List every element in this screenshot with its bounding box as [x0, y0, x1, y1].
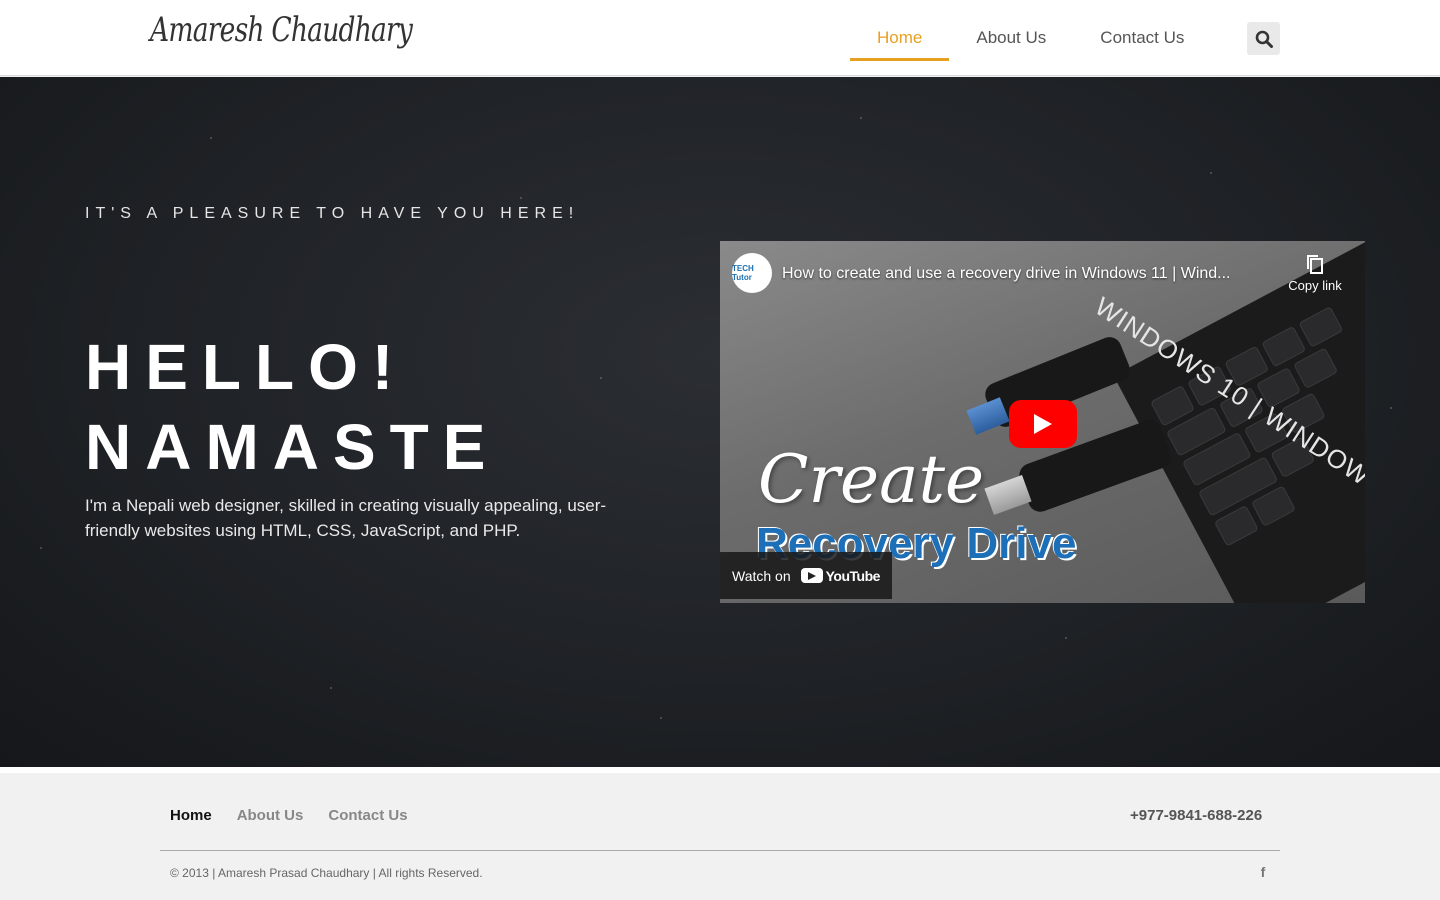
site-footer: Home About Us Contact Us +977-9841-688-2…: [0, 773, 1440, 900]
footer-nav-contact[interactable]: Contact Us: [328, 807, 407, 824]
footer-nav-home[interactable]: Home: [170, 807, 212, 824]
hero-heading-line1: HELLO!: [85, 331, 408, 403]
play-icon: [1034, 414, 1052, 434]
footer-nav-about[interactable]: About Us: [237, 807, 304, 824]
watch-on-youtube-button[interactable]: Watch on YouTube: [720, 552, 892, 599]
youtube-label: YouTube: [825, 567, 881, 584]
youtube-play-icon: [800, 568, 823, 583]
youtube-logo: YouTube: [800, 567, 881, 584]
hero-intro: I'm a Nepali web designer, skilled in cr…: [85, 496, 607, 540]
hero-heading: HELLO! NAMASTE: [85, 327, 499, 487]
copy-link-label: Copy link: [1288, 278, 1342, 293]
youtube-video-embed[interactable]: WINDOWS 10 | WINDOWS 11 TECH Tutor How t…: [720, 241, 1365, 603]
facebook-icon[interactable]: f: [1256, 864, 1270, 880]
hero-section: IT'S A PLEASURE TO HAVE YOU HERE! HELLO!…: [0, 77, 1440, 767]
play-button[interactable]: [1009, 400, 1077, 448]
main-nav: Home About Us Contact Us: [850, 0, 1211, 76]
nav-item-contact[interactable]: Contact Us: [1073, 0, 1211, 76]
copy-link-button[interactable]: Copy link: [1280, 253, 1350, 293]
footer-phone[interactable]: +977-9841-688-226: [1130, 807, 1262, 824]
footer-copyright: © 2013 | Amaresh Prasad Chaudhary | All …: [170, 866, 483, 880]
hero-tagline: IT'S A PLEASURE TO HAVE YOU HERE!: [85, 205, 580, 222]
search-button[interactable]: [1247, 22, 1280, 55]
site-header: Amaresh Chaudhary Home About Us Contact …: [0, 0, 1440, 76]
copy-icon: [1307, 255, 1323, 274]
nav-item-home[interactable]: Home: [850, 0, 950, 76]
video-title[interactable]: How to create and use a recovery drive i…: [782, 265, 1231, 283]
nav-item-about[interactable]: About Us: [949, 0, 1073, 76]
footer-nav: Home About Us Contact Us: [170, 807, 408, 824]
search-icon: [1255, 30, 1273, 48]
hero-heading-line2: NAMASTE: [85, 411, 500, 483]
thumbnail-create-text: Create: [758, 441, 985, 518]
site-logo[interactable]: Amaresh Chaudhary: [150, 10, 413, 50]
footer-divider: [160, 850, 1280, 851]
channel-badge: TECH Tutor: [732, 264, 754, 282]
watch-on-label: Watch on: [732, 567, 791, 584]
channel-avatar[interactable]: TECH Tutor: [732, 253, 772, 293]
